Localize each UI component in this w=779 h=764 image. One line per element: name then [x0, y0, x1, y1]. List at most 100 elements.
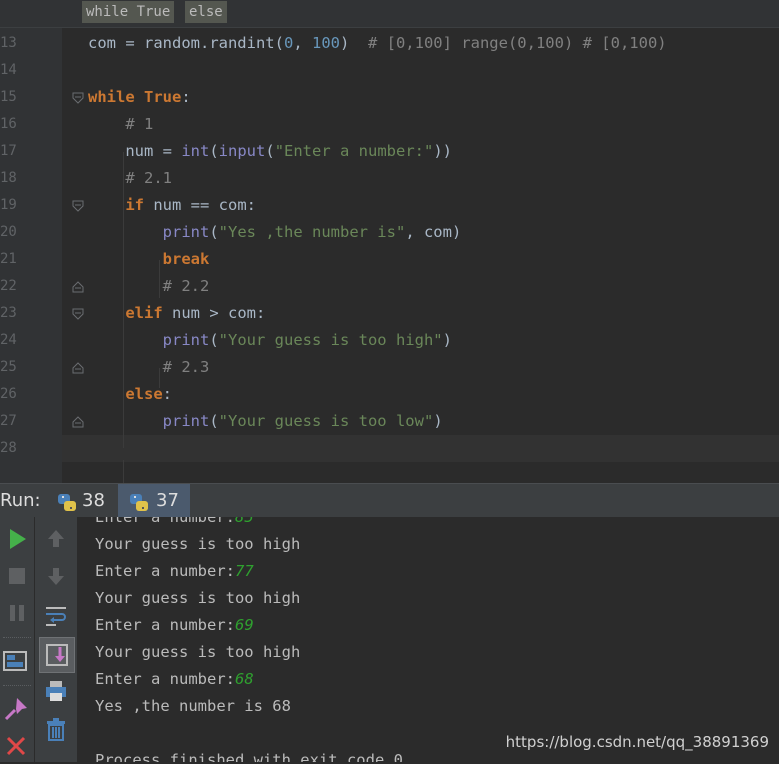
- fold-close-icon[interactable]: [72, 362, 84, 374]
- run-icon[interactable]: [3, 525, 31, 553]
- breadcrumb-while-true[interactable]: while True: [82, 1, 175, 23]
- print-icon[interactable]: [42, 677, 70, 705]
- code-line: # 1: [88, 111, 153, 138]
- soft-wrap-icon[interactable]: [42, 601, 70, 629]
- code-token: # 1: [125, 115, 154, 133]
- code-token: ): [433, 412, 443, 430]
- code-token: True: [144, 88, 182, 106]
- trash-icon[interactable]: [42, 715, 70, 743]
- console-user-input: 69: [234, 616, 254, 634]
- up-arrow-icon[interactable]: [42, 525, 70, 553]
- run-tab-38[interactable]: 38: [46, 484, 117, 517]
- code-token: # 2.2: [162, 277, 210, 295]
- fold-open-icon[interactable]: [72, 308, 84, 320]
- code-token: while: [88, 88, 144, 106]
- console-line: Enter a number:68: [95, 666, 254, 693]
- line-number: 27: [0, 413, 17, 429]
- console-line: Enter a number:77: [95, 558, 254, 585]
- code-token: :: [162, 385, 172, 403]
- layout-icon[interactable]: [1, 647, 29, 675]
- fold-close-icon[interactable]: [72, 281, 84, 293]
- console-line: Yes ,the number is 68: [95, 693, 291, 720]
- console-line: Process finished with exit code 0: [95, 747, 403, 762]
- line-number: 28: [0, 440, 17, 456]
- fold-open-icon[interactable]: [72, 92, 84, 104]
- code-line: # 2.1: [88, 165, 172, 192]
- code-token: (: [209, 331, 219, 349]
- indent-guide: [159, 260, 160, 298]
- code-token: elif: [125, 304, 172, 322]
- line-number: 15: [0, 89, 17, 105]
- code-token: int: [181, 142, 210, 160]
- code-editor[interactable]: 13 14 15 16 17 18 19 20 21 22 23 24 25 26 27 28 com = r…: [0, 28, 779, 488]
- code-line: print("Yes ,the number is", com): [88, 219, 462, 246]
- toolbar-separator: [3, 637, 31, 638]
- code-token: print: [162, 223, 210, 241]
- indent-guide: [159, 368, 160, 388]
- code-token: print: [162, 331, 210, 349]
- run-tab-37[interactable]: 37: [118, 484, 190, 517]
- code-token: # 2.3: [162, 358, 210, 376]
- code-token: num =: [88, 142, 182, 160]
- code-line: print("Your guess is too low"): [88, 408, 443, 435]
- line-number: 20: [0, 224, 17, 240]
- code-token: print: [162, 412, 210, 430]
- code-line: print("Your guess is too high"): [88, 327, 452, 354]
- console-line: Your guess is too high: [95, 585, 300, 612]
- code-token: :: [181, 88, 191, 106]
- console-text: Your guess is too high: [95, 535, 301, 553]
- down-arrow-icon[interactable]: [42, 562, 70, 590]
- code-token: (: [265, 142, 275, 160]
- fold-close-icon[interactable]: [72, 416, 84, 428]
- code-line: while True:: [88, 84, 191, 111]
- line-number-gutter: 13 14 15 16 17 18 19 20 21 22 23 24 25 26 27 28: [0, 28, 62, 483]
- console-line: Your guess is too high: [95, 639, 300, 666]
- run-toolbar-secondary: [35, 517, 77, 762]
- console-text: Enter a number:: [95, 670, 235, 688]
- console-text: Enter a number:: [95, 517, 235, 526]
- pause-icon[interactable]: [3, 599, 31, 627]
- code-line: if num == com:: [88, 192, 256, 219]
- run-tab-label: 38: [82, 490, 105, 511]
- code-line: num = int(input("Enter a number:")): [88, 138, 452, 165]
- close-icon[interactable]: [2, 732, 30, 760]
- console-text: Your guess is too high: [95, 589, 301, 607]
- code-line: # 2.2: [88, 273, 210, 300]
- code-token: ): [442, 331, 452, 349]
- console-text: Enter a number:: [95, 562, 235, 580]
- line-number: 19: [0, 197, 17, 213]
- code-line: elif num > com:: [88, 300, 265, 327]
- code-token: num == com:: [153, 196, 256, 214]
- breadcrumb: while True else: [0, 0, 779, 28]
- code-token: (: [209, 223, 219, 241]
- scroll-to-end-icon[interactable]: [39, 637, 75, 673]
- code-token: ): [339, 34, 368, 52]
- console-text: Process finished with exit code 0: [95, 751, 403, 762]
- pin-icon[interactable]: [2, 695, 30, 723]
- console-text: Your guess is too high: [95, 643, 301, 661]
- stop-icon[interactable]: [3, 562, 31, 590]
- code-token: (: [209, 412, 219, 430]
- code-token: # 2.1: [125, 169, 172, 187]
- indent-guide: [123, 152, 124, 448]
- code-token: "Yes ,the number is": [218, 223, 406, 241]
- breadcrumb-else[interactable]: else: [185, 1, 227, 23]
- code-token: , com): [405, 223, 462, 241]
- code-token: (: [209, 142, 219, 160]
- code-token: )): [433, 142, 452, 160]
- line-number: 14: [0, 62, 17, 78]
- run-label: Run:: [0, 490, 41, 511]
- code-token: else: [125, 385, 163, 403]
- code-token: # [0,100] range(0,100) # [0,100): [367, 34, 667, 52]
- code-token: "Enter a number:": [274, 142, 434, 160]
- console-output[interactable]: Enter a number:85 Your guess is too high E…: [77, 517, 779, 762]
- line-number: 16: [0, 116, 17, 132]
- fold-open-icon[interactable]: [72, 200, 84, 212]
